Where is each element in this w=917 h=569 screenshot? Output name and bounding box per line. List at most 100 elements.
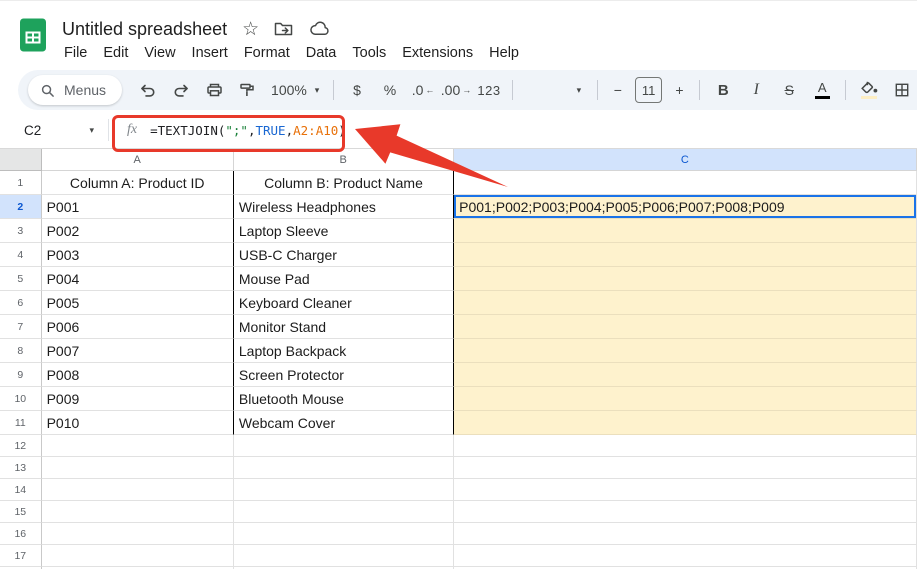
cell-C13[interactable] [454, 457, 917, 479]
cell-B7[interactable]: Monitor Stand [234, 315, 454, 339]
cell-C12[interactable] [454, 435, 917, 457]
cell-A8[interactable]: P007 [42, 339, 234, 363]
strikethrough-button[interactable]: S [774, 76, 804, 104]
cell-C3[interactable] [454, 219, 917, 243]
move-folder-icon[interactable] [274, 21, 294, 37]
row-header-11[interactable]: 11 [0, 411, 42, 435]
cell-B8[interactable]: Laptop Backpack [234, 339, 454, 363]
cell-C17[interactable] [454, 545, 917, 567]
cell-A13[interactable] [42, 457, 234, 479]
cell-C16[interactable] [454, 523, 917, 545]
cell-A11[interactable]: P010 [42, 411, 234, 435]
cell-C7[interactable] [454, 315, 917, 339]
row-header-8[interactable]: 8 [0, 339, 42, 363]
cell-A12[interactable] [42, 435, 234, 457]
menu-insert[interactable]: Insert [184, 43, 236, 63]
column-header-B[interactable]: B [234, 149, 454, 171]
cell-A17[interactable] [42, 545, 234, 567]
decrease-font-size-button[interactable]: − [606, 76, 630, 104]
number-format-button[interactable]: 123 [474, 76, 504, 104]
cell-B5[interactable]: Mouse Pad [234, 267, 454, 291]
cell-A2[interactable]: P001 [42, 195, 234, 219]
column-header-C[interactable]: C [454, 149, 917, 171]
cell-C4[interactable] [454, 243, 917, 267]
row-header-13[interactable]: 13 [0, 457, 42, 479]
menus-search-button[interactable]: Menus [28, 75, 122, 105]
cell-C1[interactable] [454, 171, 917, 195]
cell-A1[interactable]: Column A: Product ID [42, 171, 234, 195]
row-header-5[interactable]: 5 [0, 267, 42, 291]
decrease-decimal-button[interactable]: .0← [408, 76, 438, 104]
menu-data[interactable]: Data [298, 43, 345, 63]
row-header-14[interactable]: 14 [0, 479, 42, 501]
cell-C2[interactable]: P001;P002;P003;P004;P005;P006;P007;P008;… [454, 195, 917, 219]
cell-B9[interactable]: Screen Protector [234, 363, 454, 387]
menu-format[interactable]: Format [236, 43, 298, 63]
cell-B14[interactable] [234, 479, 454, 501]
select-all-corner[interactable] [0, 149, 42, 171]
cell-B15[interactable] [234, 501, 454, 523]
row-header-3[interactable]: 3 [0, 219, 42, 243]
cell-A3[interactable]: P002 [42, 219, 234, 243]
cell-B11[interactable]: Webcam Cover [234, 411, 454, 435]
italic-button[interactable]: I [741, 76, 771, 104]
formula-text[interactable]: =TEXTJOIN(";",TRUE,A2:A10) [150, 123, 346, 138]
menu-edit[interactable]: Edit [95, 43, 136, 63]
borders-button[interactable] [887, 76, 917, 104]
menu-extensions[interactable]: Extensions [394, 43, 481, 63]
cell-B4[interactable]: USB-C Charger [234, 243, 454, 267]
cell-A5[interactable]: P004 [42, 267, 234, 291]
sheets-logo-icon[interactable] [19, 18, 47, 57]
menu-help[interactable]: Help [481, 43, 527, 63]
name-box[interactable]: C2 ▾ [0, 112, 108, 148]
cell-A14[interactable] [42, 479, 234, 501]
increase-font-size-button[interactable]: + [667, 76, 691, 104]
star-icon[interactable]: ☆ [242, 20, 259, 39]
cloud-saved-icon[interactable] [309, 21, 331, 37]
increase-decimal-button[interactable]: .00→ [441, 76, 471, 104]
cell-C14[interactable] [454, 479, 917, 501]
cell-B16[interactable] [234, 523, 454, 545]
menu-tools[interactable]: Tools [344, 43, 394, 63]
cell-B1[interactable]: Column B: Product Name [234, 171, 454, 195]
row-header-6[interactable]: 6 [0, 291, 42, 315]
cell-C15[interactable] [454, 501, 917, 523]
paint-format-button[interactable] [232, 76, 262, 104]
font-family-dropdown[interactable]: ▾ [521, 76, 589, 104]
text-color-button[interactable]: A [807, 76, 837, 104]
cell-B10[interactable]: Bluetooth Mouse [234, 387, 454, 411]
zoom-control[interactable]: 100% ▾ [265, 76, 325, 104]
percent-format-button[interactable]: % [375, 76, 405, 104]
menu-view[interactable]: View [136, 43, 183, 63]
cell-C6[interactable] [454, 291, 917, 315]
cell-C8[interactable] [454, 339, 917, 363]
row-header-2[interactable]: 2 [0, 195, 42, 219]
row-header-4[interactable]: 4 [0, 243, 42, 267]
print-button[interactable] [199, 76, 229, 104]
column-header-A[interactable]: A [42, 149, 234, 171]
cell-B6[interactable]: Keyboard Cleaner [234, 291, 454, 315]
font-size-input[interactable]: 11 [635, 77, 663, 103]
row-header-16[interactable]: 16 [0, 523, 42, 545]
row-header-7[interactable]: 7 [0, 315, 42, 339]
fill-color-button[interactable] [854, 76, 884, 104]
cell-B12[interactable] [234, 435, 454, 457]
row-header-10[interactable]: 10 [0, 387, 42, 411]
cell-A7[interactable]: P006 [42, 315, 234, 339]
row-header-17[interactable]: 17 [0, 545, 42, 567]
cell-A15[interactable] [42, 501, 234, 523]
cell-C5[interactable] [454, 267, 917, 291]
cell-B2[interactable]: Wireless Headphones [234, 195, 454, 219]
row-header-1[interactable]: 1 [0, 171, 42, 195]
document-title[interactable]: Untitled spreadsheet [62, 19, 227, 40]
cell-A4[interactable]: P003 [42, 243, 234, 267]
cell-A10[interactable]: P009 [42, 387, 234, 411]
cell-C9[interactable] [454, 363, 917, 387]
cell-B13[interactable] [234, 457, 454, 479]
menu-file[interactable]: File [56, 43, 95, 63]
cell-A9[interactable]: P008 [42, 363, 234, 387]
undo-button[interactable] [133, 76, 163, 104]
row-header-15[interactable]: 15 [0, 501, 42, 523]
cell-C11[interactable] [454, 411, 917, 435]
cell-B17[interactable] [234, 545, 454, 567]
